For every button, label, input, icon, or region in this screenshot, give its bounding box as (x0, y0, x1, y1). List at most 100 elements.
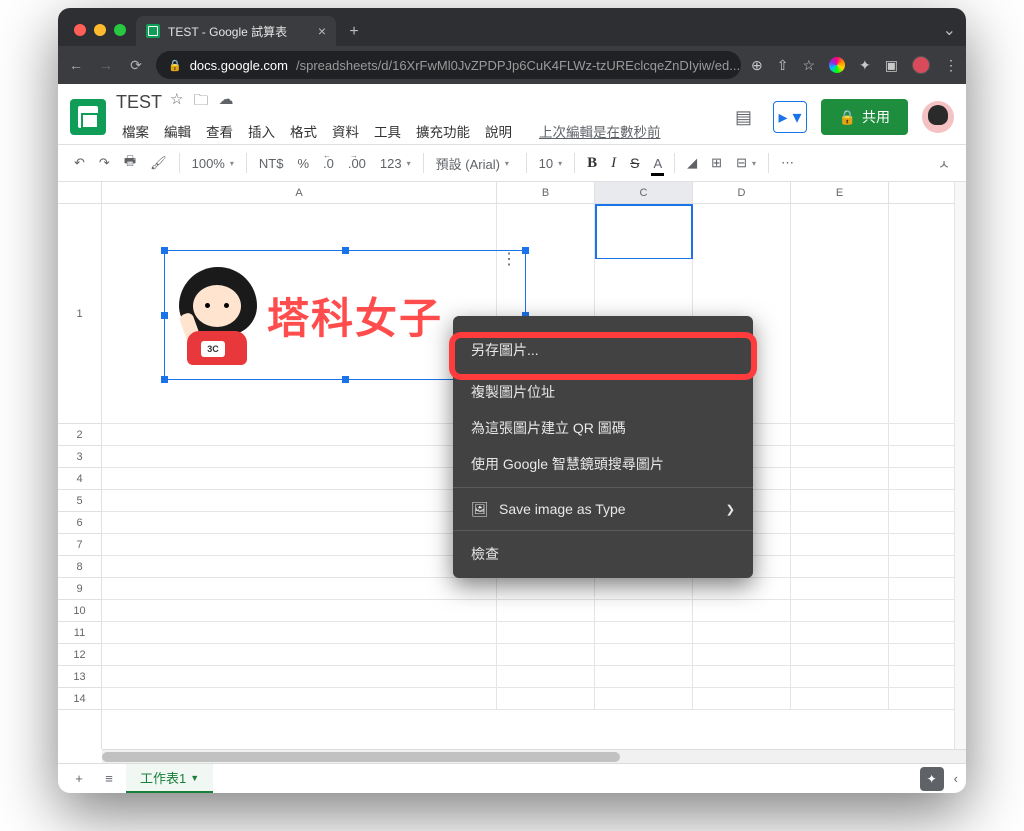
percent-button[interactable]: % (291, 152, 315, 175)
increase-decimal-button[interactable]: .00→ (342, 152, 372, 175)
number-format-dropdown[interactable]: 123 (374, 152, 417, 175)
select-all-corner[interactable] (58, 182, 102, 203)
cloud-status-icon[interactable]: ☁ (218, 90, 233, 115)
horizontal-scrollbar[interactable] (102, 749, 966, 763)
all-sheets-button[interactable]: ≡ (96, 767, 122, 791)
redo-button[interactable]: ↷ (93, 151, 116, 175)
paint-format-button[interactable]: 🖌 (144, 151, 173, 175)
last-edit-label[interactable]: 上次編輯是在數秒前 (533, 117, 667, 145)
strikethrough-button[interactable]: S (624, 151, 645, 175)
row-header-4[interactable]: 4 (58, 468, 101, 490)
ctx-create-qr[interactable]: 為這張圖片建立 QR 圖碼 (453, 410, 753, 446)
merge-cells-button[interactable]: ⊟ (730, 151, 762, 175)
cast-icon[interactable]: ▣ (885, 57, 898, 74)
vertical-scrollbar[interactable] (954, 204, 966, 749)
bookmark-star-icon[interactable]: ☆ (802, 57, 815, 74)
bold-button[interactable]: B (581, 151, 603, 176)
image-options-icon[interactable] (501, 257, 517, 262)
row-header-1[interactable]: 1 (58, 204, 101, 424)
search-icon[interactable]: ⊕ (751, 57, 763, 74)
add-sheet-button[interactable]: + (66, 767, 92, 791)
star-icon[interactable]: ☆ (170, 90, 183, 115)
resize-handle[interactable] (522, 247, 529, 254)
ctx-google-lens[interactable]: 使用 Google 智慧鏡頭搜尋圖片 (453, 446, 753, 482)
collapse-toolbar-icon[interactable]: ㅅ (932, 150, 956, 177)
decrease-decimal-button[interactable]: .0← (317, 152, 340, 175)
ctx-save-image-as[interactable]: 另存圖片... (453, 332, 753, 368)
currency-button[interactable]: NT$ (253, 152, 290, 175)
row-header-12[interactable]: 12 (58, 644, 101, 666)
explore-button[interactable]: ✦ (920, 767, 944, 791)
italic-button[interactable]: I (605, 151, 622, 176)
window-controls[interactable] (68, 24, 136, 46)
row-header-7[interactable]: 7 (58, 534, 101, 556)
fill-color-button[interactable]: ◢ (681, 151, 703, 175)
resize-handle[interactable] (342, 247, 349, 254)
col-header-c[interactable]: C (595, 182, 693, 203)
resize-handle[interactable] (161, 312, 168, 319)
print-button[interactable]: 🖶 (118, 148, 142, 178)
col-header-a[interactable]: A (102, 182, 497, 203)
present-dropdown[interactable]: ▸ ▾ (773, 101, 806, 133)
row-header-6[interactable]: 6 (58, 512, 101, 534)
row-header-10[interactable]: 10 (58, 600, 101, 622)
sheet-tab-menu-icon[interactable]: ▼ (190, 773, 199, 783)
resize-handle[interactable] (161, 376, 168, 383)
font-dropdown[interactable]: 預設 (Arial) (430, 150, 520, 177)
account-avatar[interactable] (922, 101, 954, 133)
menu-tools[interactable]: 工具 (368, 117, 407, 145)
extensions-puzzle-icon[interactable]: ✦ (859, 57, 871, 74)
ctx-item-hidden[interactable] (453, 322, 753, 332)
menu-file[interactable]: 檔案 (116, 117, 155, 145)
sheets-logo-icon[interactable] (70, 99, 106, 135)
sidebar-toggle-icon[interactable]: ‹ (954, 771, 958, 786)
col-header-b[interactable]: B (497, 182, 595, 203)
browser-menu-icon[interactable]: ⋮ (944, 57, 958, 74)
borders-button[interactable]: ⊞ (705, 151, 728, 175)
col-header-e[interactable]: E (791, 182, 889, 203)
menu-extensions[interactable]: 擴充功能 (410, 117, 476, 145)
forward-button[interactable]: → (96, 57, 116, 73)
sheet-tab-1[interactable]: 工作表1 ▼ (126, 764, 213, 793)
ctx-save-image-as-type[interactable]: 🖼 Save image as Type ❯ (453, 493, 753, 525)
row-header-3[interactable]: 3 (58, 446, 101, 468)
share-page-icon[interactable]: ⇧ (777, 57, 789, 74)
close-tab-icon[interactable]: × (318, 23, 326, 39)
close-window-icon[interactable] (74, 24, 86, 36)
undo-button[interactable]: ↶ (68, 151, 91, 175)
minimize-window-icon[interactable] (94, 24, 106, 36)
address-bar[interactable]: 🔒 docs.google.com /spreadsheets/d/16XrFw… (156, 51, 741, 79)
ctx-inspect[interactable]: 檢查 (453, 536, 753, 572)
row-header-2[interactable]: 2 (58, 424, 101, 446)
extension-color-icon[interactable] (829, 57, 845, 73)
share-button[interactable]: 🔒 共用 (821, 99, 908, 135)
menu-insert[interactable]: 插入 (242, 117, 281, 145)
document-title[interactable]: TEST (116, 92, 162, 113)
profile-avatar-icon[interactable] (912, 56, 930, 74)
zoom-dropdown[interactable]: 100% (186, 152, 240, 175)
menu-help[interactable]: 說明 (479, 117, 518, 145)
row-header-13[interactable]: 13 (58, 666, 101, 688)
resize-handle[interactable] (161, 247, 168, 254)
row-header-11[interactable]: 11 (58, 622, 101, 644)
comments-icon[interactable]: ▤ (727, 101, 759, 133)
font-size-dropdown[interactable]: 10 (533, 152, 568, 175)
tab-list-chevron-icon[interactable]: ⌄ (943, 20, 956, 40)
menu-format[interactable]: 格式 (284, 117, 323, 145)
text-color-button[interactable]: A (647, 152, 668, 175)
row-header-8[interactable]: 8 (58, 556, 101, 578)
scrollbar-thumb[interactable] (102, 752, 620, 762)
reload-button[interactable]: ⟳ (126, 57, 146, 74)
col-header-d[interactable]: D (693, 182, 791, 203)
browser-tab[interactable]: TEST - Google 試算表 × (136, 16, 336, 46)
row-header-9[interactable]: 9 (58, 578, 101, 600)
resize-handle[interactable] (342, 376, 349, 383)
maximize-window-icon[interactable] (114, 24, 126, 36)
move-folder-icon[interactable]: 🗀 (193, 90, 208, 115)
ctx-copy-image-address[interactable]: 複製圖片位址 (453, 374, 753, 410)
menu-edit[interactable]: 編輯 (158, 117, 197, 145)
new-tab-button[interactable]: + (344, 22, 364, 42)
menu-data[interactable]: 資料 (326, 117, 365, 145)
back-button[interactable]: ← (66, 57, 86, 73)
more-toolbar-icon[interactable]: ⋯ (775, 151, 800, 175)
